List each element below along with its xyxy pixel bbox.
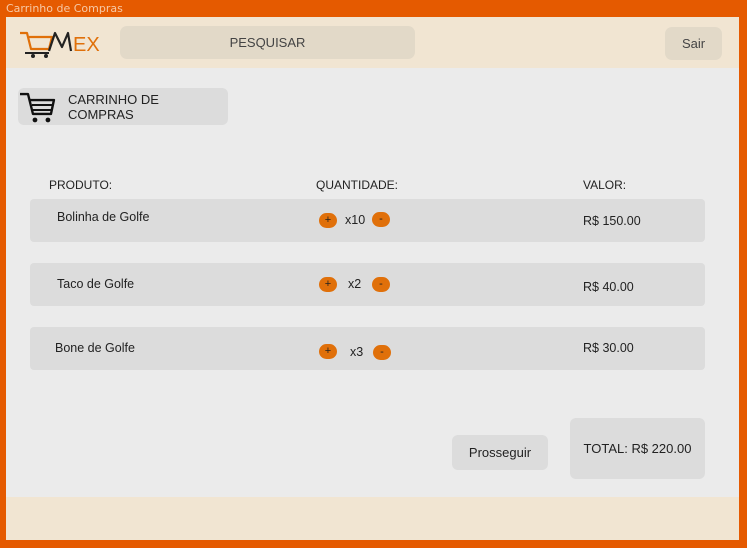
product-name: Taco de Golfe: [57, 277, 135, 291]
column-product: PRODUTO:: [49, 178, 113, 192]
increase-quantity-button[interactable]: +: [319, 213, 337, 228]
decrease-quantity-button[interactable]: -: [373, 345, 391, 360]
app-frame: EX PESQUISAR Sair CARRINHO DE COMPRAS PR…: [6, 17, 739, 540]
window-title: Carrinho de Compras: [6, 2, 123, 15]
exit-button[interactable]: Sair: [665, 27, 722, 60]
logo-text: EX: [73, 34, 100, 56]
quantity-value: x10: [345, 213, 366, 227]
cart-row: Bone de Golfe + x3 - R$ 30.00: [30, 327, 705, 370]
total-display: TOTAL: R$ 220.00: [570, 418, 705, 479]
column-quantity: QUANTIDADE:: [316, 178, 399, 192]
column-value: VALOR:: [583, 178, 627, 192]
increase-quantity-button[interactable]: +: [319, 344, 337, 359]
search-input[interactable]: PESQUISAR: [120, 26, 415, 59]
product-price: R$ 30.00: [583, 341, 634, 355]
decrease-quantity-button[interactable]: -: [372, 277, 390, 292]
cart-heading-label: CARRINHO DE COMPRAS: [67, 91, 159, 122]
header: EX PESQUISAR Sair: [6, 17, 739, 68]
footer: [6, 497, 739, 540]
product-name: Bone de Golfe: [55, 341, 135, 355]
proceed-button[interactable]: Prosseguir: [452, 435, 548, 470]
quantity-value: x2: [348, 277, 362, 291]
shopping-cart-icon: [19, 92, 56, 122]
product-price: R$ 40.00: [583, 280, 634, 294]
cart-heading: CARRINHO DE COMPRAS: [18, 88, 228, 125]
product-name: Bolinha de Golfe: [57, 210, 150, 224]
cart-row: Bolinha de Golfe + x10 - R$ 150.00: [30, 199, 705, 242]
decrease-quantity-button[interactable]: -: [372, 212, 390, 227]
cart-row: Taco de Golfe + x2 - R$ 40.00: [30, 263, 705, 306]
quantity-value: x3: [350, 345, 364, 359]
cart-logo-icon[interactable]: EX: [19, 29, 105, 59]
increase-quantity-button[interactable]: +: [319, 277, 337, 292]
product-price: R$ 150.00: [583, 214, 641, 228]
